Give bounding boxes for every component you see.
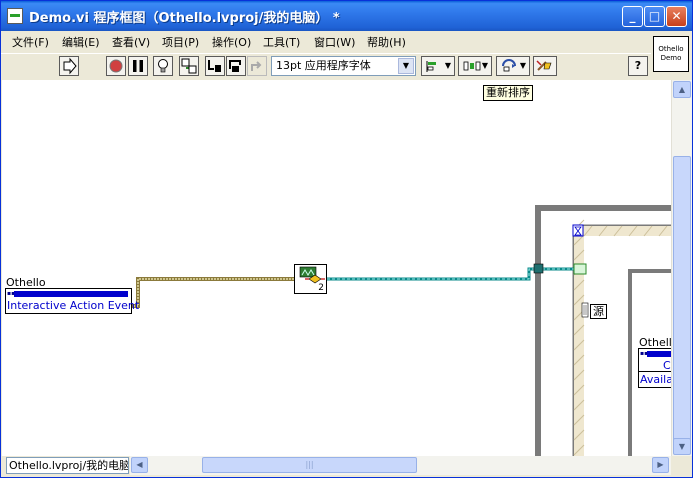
align-icon[interactable]: ▼: [421, 56, 455, 76]
vi-connector-icon[interactable]: Othello Demo: [653, 36, 689, 72]
project-context-field[interactable]: Othello.lvproj/我的电脑: [6, 457, 129, 474]
menu-window[interactable]: 窗口(W): [314, 34, 355, 50]
title-bar[interactable]: Demo.vi 程序框图（Othello.lvproj/我的电脑） * _ □ …: [1, 1, 692, 31]
cluster-wire-outer: [130, 277, 295, 308]
cluster-wire-inner: [130, 278, 295, 307]
scroll-right-icon[interactable]: ▶: [652, 457, 669, 473]
scroll-left-icon[interactable]: ◀: [131, 457, 148, 473]
chevron-down-icon[interactable]: ▼: [398, 58, 414, 74]
lightbulb-icon[interactable]: [153, 56, 173, 76]
diagram-wires: [130, 205, 671, 456]
abort-icon[interactable]: [106, 56, 126, 76]
vi-icon-line1: Othello: [658, 45, 684, 53]
event-control-terminal[interactable]: ▪▪ Interactive Action Event: [5, 288, 139, 314]
font-select[interactable]: 13pt 应用程序字体 ▼: [271, 56, 416, 76]
resize-grip-icon[interactable]: [672, 458, 691, 475]
menu-help[interactable]: 帮助(H): [367, 34, 406, 50]
pause-icon[interactable]: [128, 56, 148, 76]
toolbar: 13pt 应用程序字体 ▼ ▼ ▼ ▼ ?: [1, 53, 651, 79]
menu-bar: 文件(F) 编辑(E) 查看(V) 项目(P) 操作(O) 工具(T) 窗口(W…: [1, 31, 651, 51]
font-select-value: 13pt 应用程序字体: [276, 59, 371, 72]
run-arrow-icon[interactable]: [59, 56, 79, 76]
minimize-button[interactable]: _: [622, 6, 643, 27]
right-terminal-value: Availab: [640, 373, 671, 386]
retain-wire-icon[interactable]: [179, 56, 199, 76]
window-title: Demo.vi 程序框图（Othello.lvproj/我的电脑） *: [29, 11, 340, 26]
while-loop-frame: [535, 205, 671, 456]
step-over-icon[interactable]: [226, 56, 246, 76]
vi-app-icon: [7, 8, 23, 24]
menu-operate[interactable]: 操作(O): [212, 34, 251, 50]
step-into-icon[interactable]: [205, 56, 225, 76]
distribute-icon[interactable]: ▼: [458, 56, 492, 76]
source-terminal: [581, 302, 589, 318]
horizontal-scrollbar[interactable]: ◀ ||| ▶: [130, 456, 671, 475]
horizontal-scroll-thumb[interactable]: |||: [202, 457, 417, 473]
terminal-bar: [14, 291, 128, 297]
vi-icon-line2: Demo: [660, 54, 682, 62]
menu-file[interactable]: 文件(F): [12, 34, 49, 50]
block-diagram[interactable]: Othello ▪▪ Interactive Action Event 2 源 …: [2, 80, 671, 456]
right-terminal-bar: [647, 351, 671, 357]
cleanup-icon[interactable]: [533, 56, 557, 76]
menu-tools[interactable]: 工具(T): [263, 34, 300, 50]
reorder-tooltip: 重新排序: [483, 85, 533, 101]
event-registration-terminal: [573, 263, 587, 275]
labview-window: Demo.vi 程序框图（Othello.lvproj/我的电脑） * _ □ …: [0, 0, 693, 478]
close-button[interactable]: ✕: [666, 6, 687, 27]
event-selector-stripe: [584, 226, 671, 236]
menu-edit[interactable]: 编辑(E): [62, 34, 100, 50]
loop-tunnel: [533, 263, 544, 274]
menu-view[interactable]: 查看(V): [112, 34, 150, 50]
maximize-button[interactable]: □: [644, 6, 665, 27]
subvi-node-index: 2: [318, 283, 324, 293]
right-reference-terminal[interactable]: ▪▪ C Availab: [638, 348, 671, 388]
vertical-scroll-thumb[interactable]: [673, 156, 691, 452]
control-value: Interactive Action Event: [7, 299, 140, 312]
scroll-up-icon[interactable]: ▲: [673, 81, 691, 98]
menu-project[interactable]: 项目(P): [162, 34, 199, 50]
scroll-down-icon[interactable]: ▼: [673, 438, 691, 455]
reorder-icon[interactable]: ▼: [496, 56, 530, 76]
subvi-node[interactable]: 2: [294, 264, 327, 294]
step-out-icon[interactable]: [247, 56, 267, 76]
help-icon[interactable]: ?: [628, 56, 648, 76]
vertical-scrollbar[interactable]: ▲ ▼: [671, 80, 692, 456]
event-source-label: 源: [590, 304, 607, 319]
